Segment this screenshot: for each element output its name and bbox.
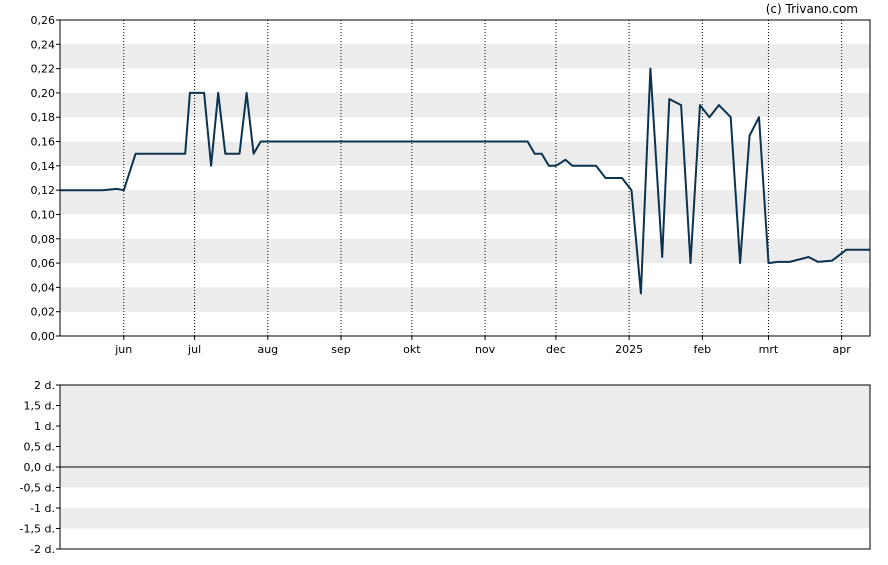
price-chart: 0,00 0,02 0,04 0,06 0,08 0,10 0,12 0,14 0,16 0,18… bbox=[31, 14, 871, 356]
volume-grid-band bbox=[60, 467, 870, 488]
price-grid-band bbox=[60, 238, 870, 264]
copyright-credit: (c) Trivano.com bbox=[766, 2, 858, 16]
x-tick-label: jul bbox=[187, 343, 201, 356]
y-tick-label: 1,5 d. bbox=[24, 400, 55, 413]
y-tick-label: 0,14 bbox=[31, 160, 56, 173]
x-tick-label: mrt bbox=[759, 343, 779, 356]
volume-grid-band bbox=[60, 426, 870, 447]
price-chart-x-axis: jun jul aug sep okt nov dec 2025 feb mrt apr bbox=[114, 336, 851, 356]
y-tick-label: -1,5 d. bbox=[20, 523, 55, 536]
y-tick-label: -0,5 d. bbox=[20, 482, 55, 495]
price-grid-band bbox=[60, 92, 870, 118]
y-tick-label: 0,16 bbox=[31, 136, 56, 149]
x-tick-label: feb bbox=[694, 343, 712, 356]
x-tick-label: 2025 bbox=[615, 343, 643, 356]
y-tick-label: 0,0 d. bbox=[24, 461, 55, 474]
volume-grid-band bbox=[60, 508, 870, 529]
y-tick-label: 0,22 bbox=[31, 63, 56, 76]
x-tick-label: dec bbox=[546, 343, 566, 356]
y-tick-label: 0,12 bbox=[31, 184, 56, 197]
y-tick-label: 0,10 bbox=[31, 208, 56, 221]
x-tick-label: okt bbox=[403, 343, 421, 356]
price-chart-y-axis: 0,00 0,02 0,04 0,06 0,08 0,10 0,12 0,14 0,16 0,18… bbox=[31, 14, 60, 343]
y-tick-label: 0,06 bbox=[31, 257, 56, 270]
x-tick-label: aug bbox=[257, 343, 278, 356]
x-tick-label: jun bbox=[114, 343, 132, 356]
y-tick-label: 0,24 bbox=[31, 38, 56, 51]
volume-grid-band bbox=[60, 446, 870, 467]
y-tick-label: -2 d. bbox=[30, 543, 55, 556]
y-tick-label: 2 d. bbox=[34, 379, 55, 392]
y-tick-label: 0,00 bbox=[31, 330, 56, 343]
y-tick-label: 0,18 bbox=[31, 111, 56, 124]
y-tick-label: 0,26 bbox=[31, 14, 56, 27]
y-tick-label: 0,5 d. bbox=[24, 441, 55, 454]
x-tick-label: nov bbox=[475, 343, 496, 356]
volume-grid-band bbox=[60, 405, 870, 426]
y-tick-label: 0,04 bbox=[31, 281, 56, 294]
volume-chart-y-axis: -2 d. -1,5 d. -1 d. -0,5 d. 0,0 d. 0,5 d. 1 d.… bbox=[20, 379, 60, 556]
volume-chart: -2 d. -1,5 d. -1 d. -0,5 d. 0,0 d. 0,5 d. 1 d.… bbox=[20, 379, 871, 556]
chart-canvas: (c) Trivano.com 0,00 0,02 0,04 0,06 0,08 0,10… bbox=[20, 2, 871, 556]
y-tick-label: 0,08 bbox=[31, 233, 56, 246]
x-tick-label: apr bbox=[833, 343, 852, 356]
price-grid-band bbox=[60, 190, 870, 215]
price-chart-bands bbox=[60, 44, 870, 312]
price-grid-band bbox=[60, 44, 870, 69]
volume-chart-bands bbox=[60, 385, 870, 529]
volume-grid-band bbox=[60, 385, 870, 406]
y-tick-label: 0,20 bbox=[31, 87, 56, 100]
y-tick-label: -1 d. bbox=[30, 502, 55, 515]
y-tick-label: 1 d. bbox=[34, 420, 55, 433]
x-tick-label: sep bbox=[331, 343, 350, 356]
price-grid-band bbox=[60, 287, 870, 312]
y-tick-label: 0,02 bbox=[31, 306, 56, 319]
